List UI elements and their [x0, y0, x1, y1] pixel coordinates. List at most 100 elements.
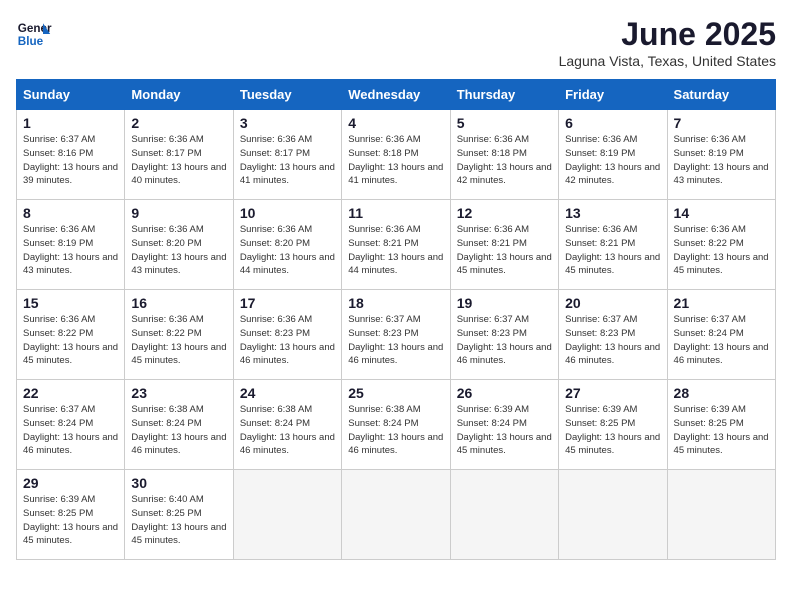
table-row: 18 Sunrise: 6:37 AMSunset: 8:23 PMDaylig…	[342, 290, 450, 380]
logo: General Blue	[16, 16, 52, 52]
table-row: 14 Sunrise: 6:36 AMSunset: 8:22 PMDaylig…	[667, 200, 775, 290]
table-row: 8 Sunrise: 6:36 AMSunset: 8:19 PMDayligh…	[17, 200, 125, 290]
day-number: 6	[565, 115, 660, 131]
day-info: Sunrise: 6:36 AMSunset: 8:21 PMDaylight:…	[348, 224, 443, 276]
table-row: 3 Sunrise: 6:36 AMSunset: 8:17 PMDayligh…	[233, 110, 341, 200]
day-number: 11	[348, 205, 443, 221]
calendar-table: Sunday Monday Tuesday Wednesday Thursday…	[16, 79, 776, 560]
day-number: 25	[348, 385, 443, 401]
day-number: 23	[131, 385, 226, 401]
table-row: 26 Sunrise: 6:39 AMSunset: 8:24 PMDaylig…	[450, 380, 558, 470]
day-number: 19	[457, 295, 552, 311]
day-number: 28	[674, 385, 769, 401]
calendar-row: 8 Sunrise: 6:36 AMSunset: 8:19 PMDayligh…	[17, 200, 776, 290]
table-row: 9 Sunrise: 6:36 AMSunset: 8:20 PMDayligh…	[125, 200, 233, 290]
table-row: 12 Sunrise: 6:36 AMSunset: 8:21 PMDaylig…	[450, 200, 558, 290]
day-number: 8	[23, 205, 118, 221]
day-info: Sunrise: 6:39 AMSunset: 8:25 PMDaylight:…	[565, 404, 660, 456]
day-info: Sunrise: 6:36 AMSunset: 8:21 PMDaylight:…	[565, 224, 660, 276]
table-row: 17 Sunrise: 6:36 AMSunset: 8:23 PMDaylig…	[233, 290, 341, 380]
table-row: 4 Sunrise: 6:36 AMSunset: 8:18 PMDayligh…	[342, 110, 450, 200]
day-info: Sunrise: 6:36 AMSunset: 8:20 PMDaylight:…	[240, 224, 335, 276]
table-row: 16 Sunrise: 6:36 AMSunset: 8:22 PMDaylig…	[125, 290, 233, 380]
table-row: 28 Sunrise: 6:39 AMSunset: 8:25 PMDaylig…	[667, 380, 775, 470]
svg-text:Blue: Blue	[18, 35, 44, 48]
table-row	[559, 470, 667, 560]
day-info: Sunrise: 6:36 AMSunset: 8:22 PMDaylight:…	[674, 224, 769, 276]
day-number: 3	[240, 115, 335, 131]
table-row: 6 Sunrise: 6:36 AMSunset: 8:19 PMDayligh…	[559, 110, 667, 200]
header-tuesday: Tuesday	[233, 80, 341, 110]
table-row	[342, 470, 450, 560]
day-number: 9	[131, 205, 226, 221]
day-info: Sunrise: 6:37 AMSunset: 8:23 PMDaylight:…	[348, 314, 443, 366]
day-info: Sunrise: 6:38 AMSunset: 8:24 PMDaylight:…	[348, 404, 443, 456]
table-row: 29 Sunrise: 6:39 AMSunset: 8:25 PMDaylig…	[17, 470, 125, 560]
day-number: 17	[240, 295, 335, 311]
day-info: Sunrise: 6:37 AMSunset: 8:24 PMDaylight:…	[23, 404, 118, 456]
location-title: Laguna Vista, Texas, United States	[559, 53, 776, 69]
day-info: Sunrise: 6:39 AMSunset: 8:24 PMDaylight:…	[457, 404, 552, 456]
day-info: Sunrise: 6:37 AMSunset: 8:23 PMDaylight:…	[565, 314, 660, 366]
day-number: 30	[131, 475, 226, 491]
header-friday: Friday	[559, 80, 667, 110]
table-row: 1 Sunrise: 6:37 AMSunset: 8:16 PMDayligh…	[17, 110, 125, 200]
day-info: Sunrise: 6:36 AMSunset: 8:19 PMDaylight:…	[565, 134, 660, 186]
day-info: Sunrise: 6:36 AMSunset: 8:22 PMDaylight:…	[131, 314, 226, 366]
table-row: 23 Sunrise: 6:38 AMSunset: 8:24 PMDaylig…	[125, 380, 233, 470]
day-number: 7	[674, 115, 769, 131]
header-saturday: Saturday	[667, 80, 775, 110]
day-number: 27	[565, 385, 660, 401]
title-area: June 2025 Laguna Vista, Texas, United St…	[559, 16, 776, 69]
day-info: Sunrise: 6:36 AMSunset: 8:17 PMDaylight:…	[131, 134, 226, 186]
day-info: Sunrise: 6:36 AMSunset: 8:21 PMDaylight:…	[457, 224, 552, 276]
table-row: 24 Sunrise: 6:38 AMSunset: 8:24 PMDaylig…	[233, 380, 341, 470]
table-row: 13 Sunrise: 6:36 AMSunset: 8:21 PMDaylig…	[559, 200, 667, 290]
day-info: Sunrise: 6:39 AMSunset: 8:25 PMDaylight:…	[674, 404, 769, 456]
header-wednesday: Wednesday	[342, 80, 450, 110]
table-row: 2 Sunrise: 6:36 AMSunset: 8:17 PMDayligh…	[125, 110, 233, 200]
day-number: 22	[23, 385, 118, 401]
day-number: 14	[674, 205, 769, 221]
day-number: 1	[23, 115, 118, 131]
day-info: Sunrise: 6:38 AMSunset: 8:24 PMDaylight:…	[240, 404, 335, 456]
month-title: June 2025	[559, 16, 776, 53]
day-info: Sunrise: 6:36 AMSunset: 8:22 PMDaylight:…	[23, 314, 118, 366]
day-number: 10	[240, 205, 335, 221]
day-number: 29	[23, 475, 118, 491]
header-monday: Monday	[125, 80, 233, 110]
day-number: 2	[131, 115, 226, 131]
table-row	[667, 470, 775, 560]
day-info: Sunrise: 6:36 AMSunset: 8:19 PMDaylight:…	[23, 224, 118, 276]
calendar-row: 29 Sunrise: 6:39 AMSunset: 8:25 PMDaylig…	[17, 470, 776, 560]
table-row: 27 Sunrise: 6:39 AMSunset: 8:25 PMDaylig…	[559, 380, 667, 470]
day-number: 15	[23, 295, 118, 311]
day-number: 13	[565, 205, 660, 221]
day-info: Sunrise: 6:36 AMSunset: 8:17 PMDaylight:…	[240, 134, 335, 186]
day-number: 4	[348, 115, 443, 131]
header-sunday: Sunday	[17, 80, 125, 110]
day-info: Sunrise: 6:37 AMSunset: 8:24 PMDaylight:…	[674, 314, 769, 366]
table-row: 5 Sunrise: 6:36 AMSunset: 8:18 PMDayligh…	[450, 110, 558, 200]
calendar-row: 15 Sunrise: 6:36 AMSunset: 8:22 PMDaylig…	[17, 290, 776, 380]
table-row: 10 Sunrise: 6:36 AMSunset: 8:20 PMDaylig…	[233, 200, 341, 290]
table-row: 7 Sunrise: 6:36 AMSunset: 8:19 PMDayligh…	[667, 110, 775, 200]
day-number: 5	[457, 115, 552, 131]
day-info: Sunrise: 6:37 AMSunset: 8:16 PMDaylight:…	[23, 134, 118, 186]
day-info: Sunrise: 6:38 AMSunset: 8:24 PMDaylight:…	[131, 404, 226, 456]
day-number: 21	[674, 295, 769, 311]
table-row	[450, 470, 558, 560]
day-info: Sunrise: 6:36 AMSunset: 8:20 PMDaylight:…	[131, 224, 226, 276]
table-row: 25 Sunrise: 6:38 AMSunset: 8:24 PMDaylig…	[342, 380, 450, 470]
day-info: Sunrise: 6:36 AMSunset: 8:18 PMDaylight:…	[457, 134, 552, 186]
day-info: Sunrise: 6:36 AMSunset: 8:19 PMDaylight:…	[674, 134, 769, 186]
day-number: 16	[131, 295, 226, 311]
table-row: 11 Sunrise: 6:36 AMSunset: 8:21 PMDaylig…	[342, 200, 450, 290]
calendar-row: 22 Sunrise: 6:37 AMSunset: 8:24 PMDaylig…	[17, 380, 776, 470]
day-number: 12	[457, 205, 552, 221]
table-row: 20 Sunrise: 6:37 AMSunset: 8:23 PMDaylig…	[559, 290, 667, 380]
page-header: General Blue June 2025 Laguna Vista, Tex…	[16, 16, 776, 69]
day-info: Sunrise: 6:40 AMSunset: 8:25 PMDaylight:…	[131, 494, 226, 546]
day-number: 24	[240, 385, 335, 401]
logo-icon: General Blue	[16, 16, 52, 52]
